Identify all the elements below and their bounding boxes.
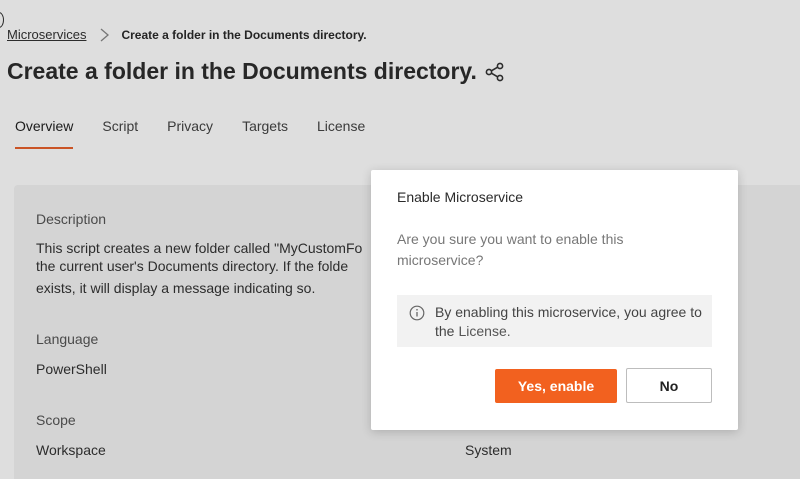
dialog-title: Enable Microservice xyxy=(397,189,524,205)
license-link[interactable]: License. xyxy=(458,323,510,339)
yes-enable-button[interactable]: Yes, enable xyxy=(495,369,617,403)
notice-text: By enabling this microservice, you agree… xyxy=(435,303,707,341)
info-icon xyxy=(409,305,425,321)
dialog-message: Are you sure you want to enable this mic… xyxy=(397,231,624,268)
enable-microservice-dialog: Enable Microservice Are you sure you wan… xyxy=(371,170,738,430)
no-button[interactable]: No xyxy=(626,368,712,403)
license-notice: By enabling this microservice, you agree… xyxy=(397,295,712,347)
